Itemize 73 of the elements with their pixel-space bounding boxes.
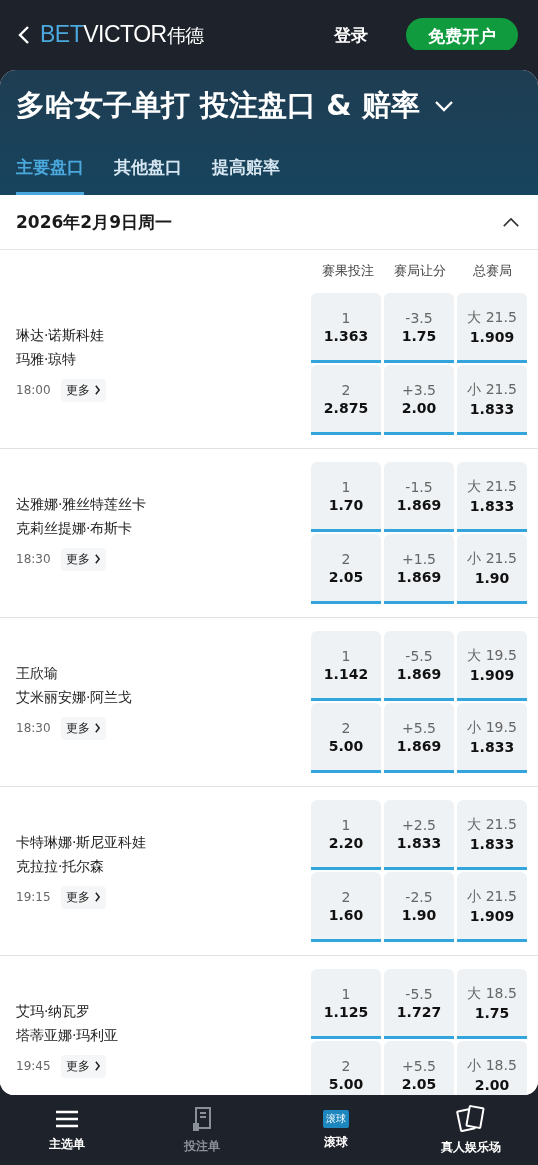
market-tab[interactable]: 提高赔率 xyxy=(212,148,280,195)
player-name: 克莉丝提娜·布斯卡 xyxy=(16,519,134,538)
odds-button[interactable]: 1 2.20 xyxy=(311,800,381,870)
odds-button[interactable]: 大 21.5 1.833 xyxy=(457,462,527,532)
odds-button[interactable]: 2 2.05 xyxy=(311,534,381,604)
market-tab[interactable]: 其他盘口 xyxy=(114,148,182,195)
odds-button[interactable]: 小 21.5 1.90 xyxy=(457,534,527,604)
column-header: 总赛局 xyxy=(471,262,513,280)
live-badge: 滚球 xyxy=(323,1109,350,1128)
match-time: 18:30 xyxy=(16,552,51,566)
chevron-right-icon xyxy=(93,723,101,733)
column-header: 赛局让分 xyxy=(393,262,447,280)
odds-button[interactable]: 2 5.00 xyxy=(311,1041,381,1095)
player-name: 王欣瑜 xyxy=(16,664,59,683)
odds-button[interactable]: +1.5 1.869 xyxy=(384,534,454,604)
player-name: 琳达·诺斯科娃 xyxy=(16,326,106,345)
more-button[interactable]: 更多 xyxy=(60,716,106,740)
chevron-right-icon xyxy=(93,385,101,395)
page-title: 多哈女子单打 投注盘口 & 赔率 xyxy=(16,87,420,124)
odds-button[interactable]: 大 18.5 1.75 xyxy=(457,969,527,1039)
signup-button[interactable]: 免费开户 xyxy=(406,18,518,52)
more-button[interactable]: 更多 xyxy=(60,378,106,402)
match-time: 19:15 xyxy=(16,890,51,904)
player-name: 克拉拉·托尔森 xyxy=(16,857,106,876)
nav-item[interactable]: 真人娱乐场 xyxy=(403,1095,538,1165)
odds-button[interactable]: 2 2.875 xyxy=(311,365,381,435)
date-heading: 2026年2月9日周一 xyxy=(16,210,172,234)
nav-item[interactable]: 主选单 xyxy=(0,1095,135,1165)
odds-button[interactable]: -1.5 1.869 xyxy=(384,462,454,532)
column-header: 赛果投注 xyxy=(321,262,375,280)
match-time: 18:00 xyxy=(16,383,51,397)
collapse-icon[interactable] xyxy=(502,216,520,228)
more-button[interactable]: 更多 xyxy=(60,1054,106,1078)
odds-button[interactable]: +2.5 1.833 xyxy=(384,800,454,870)
odds-button[interactable]: 1 1.363 xyxy=(311,293,381,363)
odds-button[interactable]: 小 21.5 1.833 xyxy=(457,365,527,435)
more-button[interactable]: 更多 xyxy=(60,547,106,571)
player-name: 达雅娜·雅丝特莲丝卡 xyxy=(16,495,148,514)
nav-item[interactable]: 滚球 滚球 xyxy=(269,1095,404,1165)
login-button[interactable]: 登录 xyxy=(330,19,372,51)
odds-button[interactable]: 1 1.125 xyxy=(311,969,381,1039)
chevron-right-icon xyxy=(93,1061,101,1071)
player-name: 塔蒂亚娜·玛利亚 xyxy=(16,1026,120,1045)
back-icon[interactable] xyxy=(18,25,30,45)
odds-button[interactable]: 大 21.5 1.833 xyxy=(457,800,527,870)
odds-button[interactable]: -5.5 1.727 xyxy=(384,969,454,1039)
odds-button[interactable]: 大 21.5 1.909 xyxy=(457,293,527,363)
chevron-right-icon xyxy=(93,892,101,902)
odds-button[interactable]: -3.5 1.75 xyxy=(384,293,454,363)
odds-button[interactable]: 大 19.5 1.909 xyxy=(457,631,527,701)
brand-logo[interactable]: BETVICTOR伟德 xyxy=(40,21,204,49)
odds-button[interactable]: +5.5 1.869 xyxy=(384,703,454,773)
chevron-down-icon[interactable] xyxy=(433,100,454,112)
odds-button[interactable]: 小 21.5 1.909 xyxy=(457,872,527,942)
odds-button[interactable]: 小 19.5 1.833 xyxy=(457,703,527,773)
odds-button[interactable]: 1 1.70 xyxy=(311,462,381,532)
player-name: 艾米丽安娜·阿兰戈 xyxy=(16,688,134,707)
player-name: 玛雅·琼特 xyxy=(16,350,78,369)
odds-button[interactable]: 1 1.142 xyxy=(311,631,381,701)
odds-button[interactable]: 小 18.5 2.00 xyxy=(457,1041,527,1095)
odds-button[interactable]: -5.5 1.869 xyxy=(384,631,454,701)
player-name: 卡特琳娜·斯尼亚科娃 xyxy=(16,833,148,852)
odds-button[interactable]: +5.5 2.05 xyxy=(384,1041,454,1095)
odds-button[interactable]: -2.5 1.90 xyxy=(384,872,454,942)
match-time: 19:45 xyxy=(16,1059,51,1073)
player-name: 艾玛·纳瓦罗 xyxy=(16,1002,92,1021)
chevron-right-icon xyxy=(93,554,101,564)
playing-cards-icon xyxy=(455,1104,486,1133)
match-time: 18:30 xyxy=(16,721,51,735)
odds-button[interactable]: +3.5 2.00 xyxy=(384,365,454,435)
more-button[interactable]: 更多 xyxy=(60,885,106,909)
odds-button[interactable]: 2 5.00 xyxy=(311,703,381,773)
odds-button[interactable]: 2 1.60 xyxy=(311,872,381,942)
